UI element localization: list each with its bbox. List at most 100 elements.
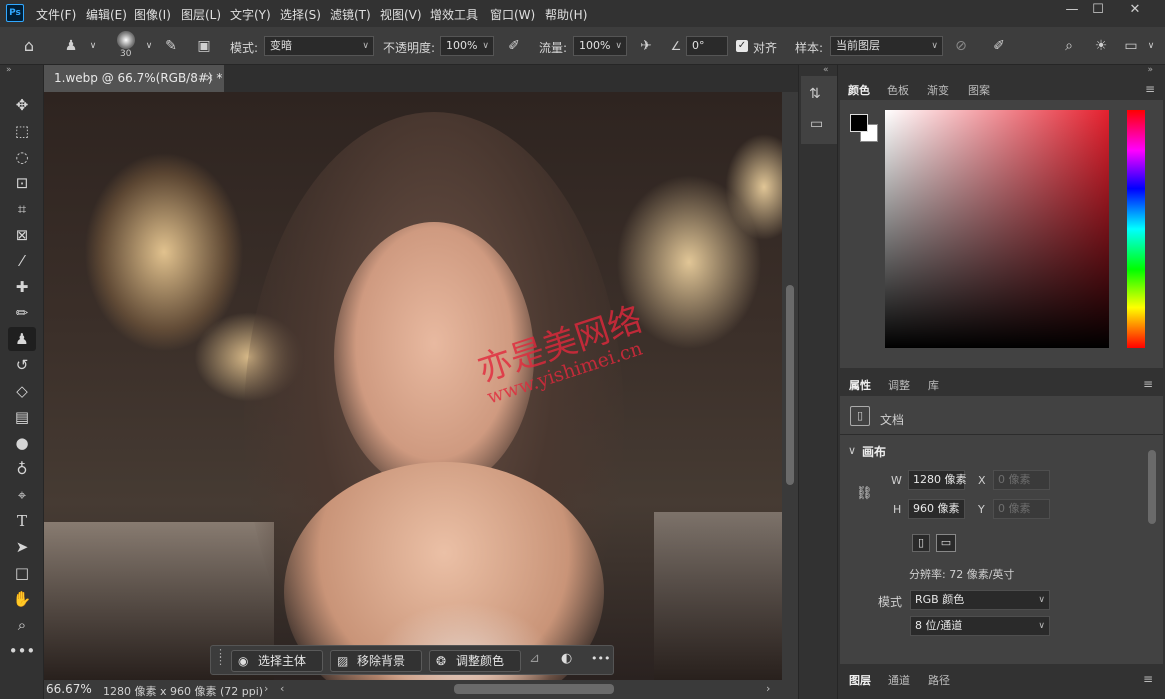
tab-swatches[interactable]: 色板 [887, 82, 909, 98]
discover-icon[interactable]: ☀ [1090, 35, 1112, 57]
properties-scroll-thumb[interactable] [1148, 450, 1156, 524]
blur-tool-icon[interactable]: ● [8, 431, 36, 455]
home-icon[interactable]: ⌂ [18, 35, 40, 57]
comments-icon[interactable]: ▭ [810, 116, 823, 132]
panel-menu-icon[interactable]: ≡ [1143, 672, 1153, 686]
menu-filter[interactable]: 滤镜(T) [330, 6, 371, 23]
search-icon[interactable]: ⌕ [1058, 35, 1080, 57]
color-mode-select[interactable]: RGB 颜色 ∨ [910, 590, 1050, 610]
menu-layer[interactable]: 图层(L) [181, 6, 221, 23]
lasso-tool-icon[interactable]: ◌ [8, 145, 36, 169]
chevron-down-icon[interactable]: ∨ [82, 35, 104, 57]
color-field[interactable] [885, 110, 1109, 348]
align-checkbox[interactable]: ✓ [736, 40, 748, 52]
workspace-icon[interactable]: ▭ [1120, 35, 1142, 57]
clone-source-icon[interactable]: ▣ [193, 35, 215, 57]
menu-plugins[interactable]: 增效工具 [430, 6, 478, 23]
menu-window[interactable]: 窗口(W) [490, 6, 535, 23]
maximize-button[interactable]: ☐ [1081, 0, 1115, 22]
collapse-icon[interactable]: » [6, 65, 12, 75]
history-brush-tool-icon[interactable]: ↺ [8, 353, 36, 377]
scroll-left-icon[interactable]: ‹ [280, 682, 284, 695]
canvas[interactable]: 亦是美网络 www.yishimei.cn [44, 92, 782, 680]
menu-select[interactable]: 选择(S) [280, 6, 321, 23]
tab-libraries[interactable]: 库 [928, 377, 939, 393]
path-select-tool-icon[interactable]: ➤ [8, 535, 36, 559]
clone-stamp-tool-icon[interactable]: ♟ [8, 327, 36, 351]
foreground-color-swatch-front[interactable] [850, 114, 868, 132]
eyedropper-tool-icon[interactable]: ⁄ [8, 249, 36, 273]
healing-brush-tool-icon[interactable]: ✚ [8, 275, 36, 299]
hue-slider[interactable] [1127, 110, 1145, 348]
tab-gradients[interactable]: 渐变 [927, 82, 949, 98]
brush-preview-icon[interactable] [117, 31, 135, 49]
menu-view[interactable]: 视图(V) [380, 6, 422, 23]
remove-background-button[interactable]: ▨ 移除背景 [330, 650, 422, 672]
height-input[interactable]: 960 像素 [908, 499, 965, 519]
tab-channels[interactable]: 通道 [888, 672, 910, 688]
clone-stamp-preset-icon[interactable]: ♟ [60, 35, 82, 57]
y-input[interactable]: 0 像素 [993, 499, 1050, 519]
link-icon[interactable]: ⛓ [856, 486, 873, 501]
menu-type[interactable]: 文字(Y) [230, 6, 271, 23]
more-tools-icon[interactable]: ••• [8, 639, 36, 663]
type-tool-icon[interactable]: T [8, 509, 36, 533]
angle-input[interactable]: 0° [686, 36, 728, 56]
chevron-down-icon[interactable]: ∨ [1140, 35, 1162, 57]
move-tool-icon[interactable]: ✥ [8, 93, 36, 117]
frame-tool-icon[interactable]: ⊠ [8, 223, 36, 247]
crop-tool-icon[interactable]: ⌗ [8, 197, 36, 221]
pressure-size-icon[interactable]: ✐ [988, 35, 1010, 57]
opacity-input[interactable]: 100% ∨ [440, 36, 494, 56]
tab-properties[interactable]: 属性 [849, 377, 871, 393]
flow-input[interactable]: 100% ∨ [573, 36, 627, 56]
pressure-opacity-icon[interactable]: ✐ [503, 35, 525, 57]
canvas-section-title[interactable]: 画布 [862, 443, 886, 460]
horizontal-scroll-thumb[interactable] [454, 684, 614, 694]
history-icon[interactable]: ⇅ [809, 86, 821, 102]
close-window-button[interactable]: ✕ [1118, 0, 1152, 22]
gradient-tool-icon[interactable]: ▤ [8, 405, 36, 429]
more-options-button[interactable]: ••• [591, 652, 610, 665]
eraser-tool-icon[interactable]: ◇ [8, 379, 36, 403]
brush-tool-icon[interactable]: ✏ [8, 301, 36, 325]
portrait-icon[interactable]: ▯ [912, 534, 930, 552]
ignore-adjustment-icon[interactable]: ⊘ [950, 35, 972, 57]
width-input[interactable]: 1280 像素 [908, 470, 967, 490]
chevron-down-icon[interactable]: ∨ [848, 444, 856, 457]
dodge-tool-icon[interactable]: ♁ [8, 457, 36, 481]
document-tab[interactable]: 1.webp @ 66.7%(RGB/8#) * × [44, 65, 224, 92]
menu-file[interactable]: 文件(F) [36, 6, 76, 23]
pen-tool-icon[interactable]: ⌖ [8, 483, 36, 507]
zoom-level[interactable]: 66.67% [46, 682, 92, 696]
mode-select[interactable]: 变暗 ∨ [264, 36, 374, 56]
sample-select[interactable]: 当前图层 ∨ [830, 36, 943, 56]
tab-layers[interactable]: 图层 [849, 672, 871, 688]
collapse-icon[interactable]: » [1147, 65, 1153, 75]
x-input[interactable]: 0 像素 [993, 470, 1050, 490]
chevron-down-icon[interactable]: ∨ [138, 35, 160, 57]
airbrush-icon[interactable]: ✈ [635, 35, 657, 57]
tab-adjustments[interactable]: 调整 [888, 377, 910, 393]
zoom-tool-icon[interactable]: ⌕ [8, 613, 36, 637]
panel-menu-icon[interactable]: ≡ [1143, 377, 1153, 391]
collapse-icon[interactable]: « [823, 65, 829, 75]
tab-color[interactable]: 颜色 [848, 82, 870, 98]
object-select-tool-icon[interactable]: ⊡ [8, 171, 36, 195]
chevron-right-icon[interactable]: › [264, 682, 268, 695]
panel-menu-icon[interactable]: ≡ [1145, 82, 1155, 96]
bit-depth-select[interactable]: 8 位/通道 ∨ [910, 616, 1050, 636]
tab-patterns[interactable]: 图案 [968, 82, 990, 98]
contrast-icon[interactable]: ◐ [561, 651, 572, 666]
vertical-scroll-thumb[interactable] [786, 285, 794, 485]
scroll-right-icon[interactable]: › [766, 682, 770, 695]
menu-edit[interactable]: 编辑(E) [86, 6, 127, 23]
marquee-tool-icon[interactable]: ⬚ [8, 119, 36, 143]
close-tab-icon[interactable]: × [205, 65, 214, 91]
select-subject-button[interactable]: ◉ 选择主体 [231, 650, 323, 672]
mask-icon[interactable]: ⊿ [529, 651, 540, 666]
menu-image[interactable]: 图像(I) [134, 6, 171, 23]
menu-help[interactable]: 帮助(H) [545, 6, 587, 23]
hand-tool-icon[interactable]: ✋ [8, 587, 36, 611]
drag-handle-icon[interactable]: ⋮ ⋮ [215, 648, 226, 666]
